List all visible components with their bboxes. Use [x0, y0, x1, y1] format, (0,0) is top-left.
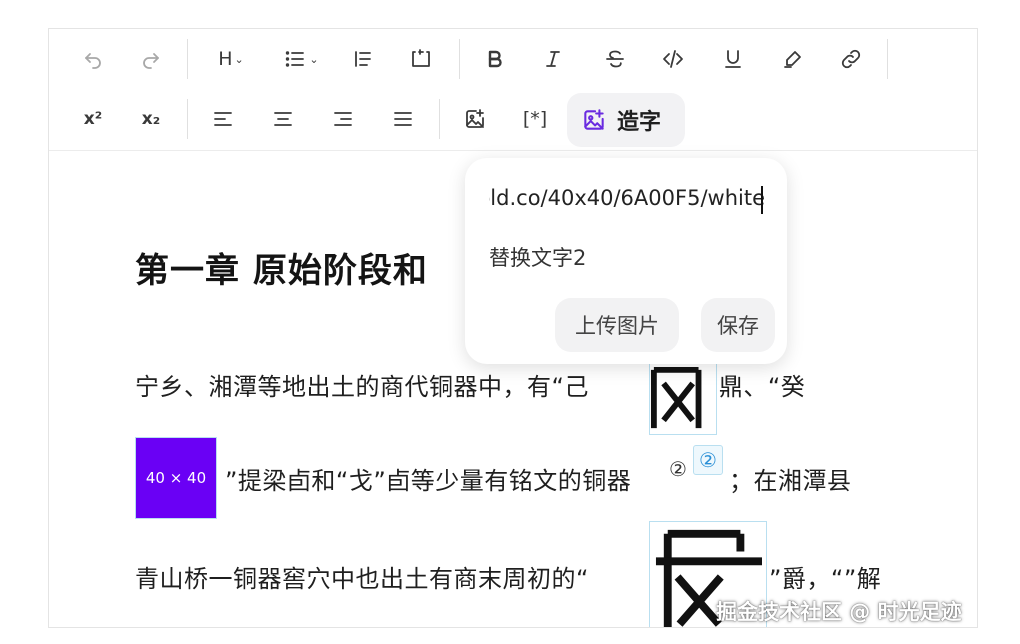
subscript-label: x₂: [141, 109, 161, 129]
image-add-icon: [466, 109, 484, 128]
paragraph-text: 宁乡、湘潭等地出土的商代铜器中，有“己: [135, 373, 589, 401]
alt-text-input[interactable]: 替换文字2: [489, 242, 586, 272]
align-center-icon: [274, 112, 292, 126]
watermark: 掘金技术社区 @ 时光足迹: [716, 600, 962, 624]
redo-button[interactable]: [131, 39, 171, 79]
ordered-list-icon: [355, 51, 371, 67]
subscript-button[interactable]: x₂: [131, 99, 171, 139]
superscript-button[interactable]: x²: [73, 99, 113, 139]
highlight-button[interactable]: [773, 39, 813, 79]
code-block-button[interactable]: [401, 39, 441, 79]
text-caret: [761, 186, 763, 214]
toolbar-divider: [887, 39, 888, 79]
paragraph-line: 青山桥一铜器窖穴中也出土有商末周初的“: [135, 559, 589, 594]
paragraph-line: ”提梁卣和“戈”卣等少量有铭文的铜器: [225, 461, 631, 496]
placeholder-label: 40 × 40: [145, 469, 207, 487]
toolbar-divider: [439, 99, 440, 139]
footnote-button[interactable]: [*]: [515, 99, 555, 139]
bullet-list-icon: [286, 51, 305, 67]
paragraph-line: ；在湘潭县: [729, 461, 852, 496]
footnote-badge-label: ②: [699, 448, 717, 472]
image-url-input[interactable]: https://placehold.co/40x40/6A00F5/white: [489, 186, 765, 216]
bullet-list-dropdown[interactable]: ⌄: [277, 39, 325, 79]
toolbar-divider: [187, 39, 188, 79]
toolbar-divider: [459, 39, 460, 79]
heading-label: H: [218, 48, 233, 70]
undo-button[interactable]: [73, 39, 113, 79]
link-button[interactable]: [831, 39, 871, 79]
toolbar-divider: [187, 99, 188, 139]
align-left-icon: [214, 112, 232, 126]
chevron-down-icon: ⌄: [309, 52, 319, 66]
superscript-label: x²: [83, 109, 103, 129]
align-justify-icon: [394, 112, 412, 126]
image-add-icon: [584, 109, 604, 130]
image-url-value: https://placehold.co/40x40/6A00F5/white: [489, 186, 765, 210]
save-button[interactable]: 保存: [701, 298, 775, 352]
undo-icon: [85, 53, 101, 69]
align-left-button[interactable]: [203, 99, 243, 139]
paragraph-text: ”爵，“”解: [769, 565, 882, 593]
placeholder-image[interactable]: 40 × 40: [135, 437, 217, 519]
align-right-icon: [334, 112, 352, 126]
glyph-drawing: [650, 366, 702, 429]
strikethrough-icon: [606, 50, 624, 68]
footnote-label: [*]: [522, 108, 548, 130]
footnote-number: ②: [669, 457, 687, 481]
footnote-badge[interactable]: ②: [693, 445, 723, 475]
zaozi-button[interactable]: 造字: [567, 93, 685, 147]
upload-image-button[interactable]: 上传图片: [555, 298, 679, 352]
editor-toolbar: H ⌄ ⌄ x² x₂ [*] 造字: [49, 29, 977, 151]
highlighter-icon: [784, 51, 801, 68]
paragraph-text: ”提梁卣和“戈”卣等少量有铭文的铜器: [225, 467, 632, 495]
italic-button[interactable]: [533, 39, 573, 79]
redo-icon: [143, 53, 159, 69]
italic-icon: [546, 51, 560, 67]
heading-dropdown[interactable]: H ⌄: [207, 39, 255, 79]
align-justify-button[interactable]: [383, 99, 423, 139]
bold-icon: [488, 50, 502, 68]
page-title: 第一章 原始阶段和: [135, 251, 428, 291]
bold-button[interactable]: [475, 39, 515, 79]
align-center-button[interactable]: [263, 99, 303, 139]
code-icon: [663, 50, 683, 68]
paragraph-line: ”爵，“”解: [769, 559, 881, 594]
code-block-icon: [412, 49, 430, 67]
strikethrough-button[interactable]: [595, 39, 635, 79]
image-edit-popover: https://placehold.co/40x40/6A00F5/white …: [465, 158, 787, 364]
custom-glyph-image[interactable]: [649, 363, 717, 435]
chevron-down-icon: ⌄: [234, 52, 244, 66]
align-right-button[interactable]: [323, 99, 363, 139]
inline-code-button[interactable]: [653, 39, 693, 79]
link-icon: [841, 49, 861, 69]
ordered-list-button[interactable]: [343, 39, 383, 79]
paragraph-text: 青山桥一铜器窖穴中也出土有商末周初的“: [135, 565, 589, 593]
paragraph-text: ；在湘潭县: [729, 467, 852, 495]
zaozi-label: 造字: [617, 110, 662, 135]
insert-image-button[interactable]: [455, 99, 495, 139]
underline-icon: [725, 50, 741, 68]
underline-button[interactable]: [713, 39, 753, 79]
